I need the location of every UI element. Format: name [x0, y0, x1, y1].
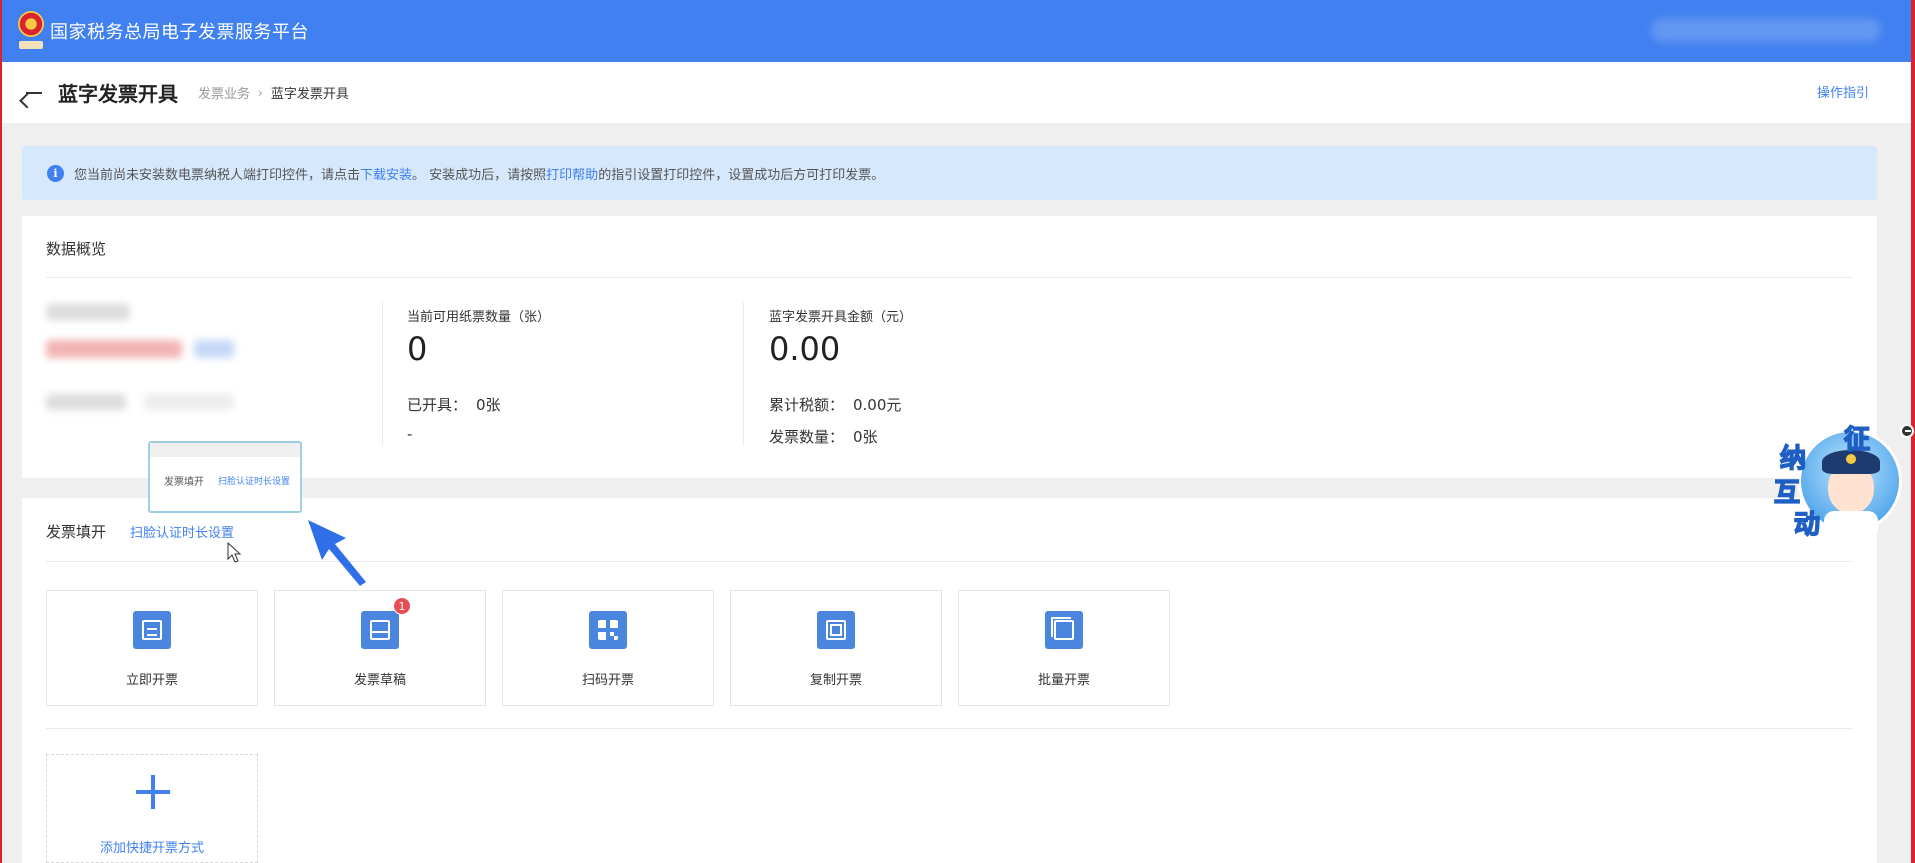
breadcrumb-item-business[interactable]: 发票业务: [198, 83, 250, 102]
print-control-notice: i 您当前尚未安装数电票纳税人端打印控件，请点击 下载安装。 安装成功后，请按照打…: [22, 146, 1877, 200]
notice-text-after: 的指引设置打印控件，设置成功后方可打印发票。: [598, 167, 885, 183]
add-shortcut-card[interactable]: 添加快捷开票方式: [46, 754, 258, 863]
card-label: 扫码开票: [581, 673, 634, 688]
overview-vertical-divider: [382, 302, 383, 446]
top-bar: 国家税务总局电子发票服务平台: [2, 0, 1911, 62]
card-label: 立即开票: [125, 673, 178, 688]
qr-code-icon: [589, 611, 627, 649]
paper-count-value: 0: [407, 330, 428, 368]
plus-icon: [136, 775, 170, 809]
pointer-arrow-icon: [308, 520, 366, 586]
blurred-taxpayer-label: [46, 304, 130, 320]
mascot-widget[interactable]: 征 纳 互 动: [1766, 416, 1902, 542]
invoice-issue-panel: 发票填开 扫脸认证时长设置 立即开票 1 发票草稿 扫码开票 复制开票 批量开票…: [22, 498, 1877, 863]
overview-vertical-divider-2: [743, 302, 744, 446]
blurred-credit-label: [46, 394, 126, 410]
notice-text-before: 您当前尚未安装数电票纳税人端打印控件，请点击: [74, 167, 361, 183]
overview-title: 数据概览: [46, 240, 107, 258]
operation-guide-link[interactable]: 操作指引: [1817, 82, 1869, 101]
user-info-blurred[interactable]: [1651, 18, 1881, 42]
draft-invoice-card[interactable]: 1 发票草稿: [274, 590, 486, 706]
tax-total-label: 累计税额：: [769, 396, 845, 414]
copy-issue-card[interactable]: 复制开票: [730, 590, 942, 706]
add-shortcut-label: 添加快捷开票方式: [99, 841, 204, 856]
print-help-link[interactable]: 打印帮助: [546, 164, 598, 183]
inbox-icon: [361, 611, 399, 649]
breadcrumb-item-current: 蓝字发票开具: [270, 87, 349, 102]
mouse-cursor-icon: [227, 542, 242, 563]
mascot-char-2: 纳: [1779, 443, 1807, 475]
batch-issue-card[interactable]: 批量开票: [958, 590, 1170, 706]
mascot-char-4: 动: [1793, 509, 1821, 541]
scan-issue-card[interactable]: 扫码开票: [502, 590, 714, 706]
mascot-char-1: 征: [1843, 424, 1871, 456]
data-overview-panel: 数据概览 当前可用纸票数量（张） 0 已开具： 0张 - 蓝字发票开具金额（元）…: [22, 216, 1877, 478]
blurred-credit-value: [144, 394, 234, 410]
tooltip-preview: 发票填开 扫脸认证时长设置: [148, 441, 302, 513]
paper-issued-value: 0张: [476, 396, 501, 414]
ticket-icon: [133, 611, 171, 649]
tooltip-preview-link: 扫脸认证时长设置: [218, 477, 291, 487]
notice-text-middle: 。 安装成功后，请按照: [412, 167, 547, 183]
face-auth-duration-link[interactable]: 扫脸认证时长设置: [130, 522, 234, 541]
batch-icon: [1045, 611, 1083, 649]
copy-icon: [817, 611, 855, 649]
blue-amount-label: 蓝字发票开具金额（元）: [769, 310, 913, 325]
page-title: 蓝字发票开具: [58, 82, 178, 106]
card-label: 发票草稿: [353, 673, 406, 688]
invoice-count-value: 0张: [853, 428, 878, 446]
blurred-taxpayer-value: [46, 340, 182, 358]
issue-divider-2: [46, 728, 1853, 729]
invoice-count-label: 发票数量：: [769, 428, 845, 446]
collapse-side-icon[interactable]: [1900, 424, 1914, 438]
blue-amount-value: 0.00: [769, 330, 841, 368]
page-header: 蓝字发票开具 发票业务 › 蓝字发票开具 操作指引: [2, 62, 1911, 123]
card-label: 批量开票: [1037, 673, 1090, 688]
national-emblem-icon: [16, 9, 46, 53]
quick-issue-card[interactable]: 立即开票: [46, 590, 258, 706]
paper-extra-value: -: [407, 425, 413, 443]
tax-total-value: 0.00元: [853, 396, 902, 414]
info-icon: i: [47, 164, 64, 182]
overview-divider: [46, 277, 1853, 278]
breadcrumb-separator: ›: [258, 85, 263, 100]
platform-title: 国家税务总局电子发票服务平台: [50, 22, 309, 43]
paper-issued-label: 已开具：: [407, 396, 468, 414]
draft-count-badge: 1: [393, 597, 411, 615]
back-arrow-icon[interactable]: [24, 83, 44, 103]
download-install-link[interactable]: 下载安装: [360, 164, 412, 183]
paper-count-label: 当前可用纸票数量（张）: [407, 310, 551, 325]
tooltip-preview-label: 发票填开: [164, 477, 204, 488]
card-label: 复制开票: [809, 673, 862, 688]
issue-title: 发票填开: [46, 523, 107, 541]
blurred-tag: [194, 340, 234, 358]
